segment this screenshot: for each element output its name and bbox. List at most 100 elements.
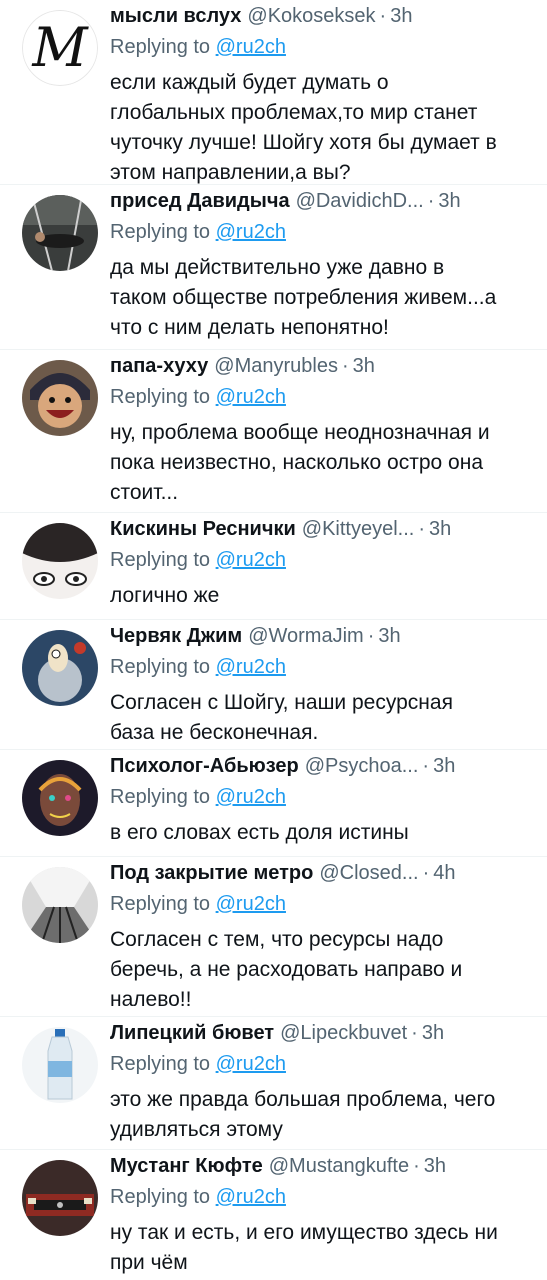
author-name[interactable]: мысли вслух	[110, 2, 241, 30]
replying-to-label: Replying to	[110, 221, 211, 243]
tweet-text: ну так и есть, и его имущество здесь ни …	[110, 1221, 498, 1274]
reply-tweet[interactable]: Кискины Реснички @Kittyeyel... · 3h Repl…	[0, 513, 547, 620]
replies-feed: M мысли вслух @Kokoseksek · 3h Replying …	[0, 0, 547, 1280]
timestamp[interactable]: 3h	[378, 622, 400, 650]
colorful-portrait-avatar-icon	[22, 760, 98, 836]
replying-to-label: Replying to	[110, 549, 211, 571]
timestamp[interactable]: 3h	[424, 1152, 446, 1180]
separator-dot: ·	[367, 625, 375, 647]
reply-tweet[interactable]: присед Давидыча @DavidichD... · 3h Reply…	[0, 185, 547, 350]
reply-tweet[interactable]: Под закрытие метро @Closed... · 4h Reply…	[0, 857, 547, 1017]
avatar[interactable]	[22, 867, 98, 943]
replying-to: Replying to @ru2ch	[110, 545, 533, 575]
replying-to: Replying to @ru2ch	[110, 217, 533, 247]
photo-person-floor-avatar-icon	[22, 195, 98, 271]
author-handle[interactable]: @Manyrubles	[214, 352, 338, 380]
separator-dot: ·	[427, 190, 435, 212]
replying-to: Replying to @ru2ch	[110, 32, 533, 62]
reply-tweet[interactable]: Червяк Джим @WormaJim · 3h Replying to @…	[0, 620, 547, 750]
replying-to: Replying to @ru2ch	[110, 652, 533, 682]
timestamp[interactable]: 3h	[433, 752, 455, 780]
tweet-text: если каждый будет думать о глобальных пр…	[110, 71, 497, 184]
replying-to-label: Replying to	[110, 656, 211, 678]
author-name[interactable]: Липецкий бювет	[110, 1019, 274, 1047]
tweet-text: логично же	[110, 584, 220, 607]
replying-to: Replying to @ru2ch	[110, 889, 533, 919]
cartoon-character-avatar-icon	[22, 360, 98, 436]
tweet-text: Согласен с Шойгу, наши ресурсная база не…	[110, 691, 453, 744]
avatar[interactable]	[22, 760, 98, 836]
separator-dot: ·	[411, 1022, 418, 1044]
timestamp[interactable]: 3h	[422, 1019, 444, 1047]
letter-m-avatar-icon: M	[22, 10, 98, 86]
author-name[interactable]: Под закрытие метро	[110, 859, 313, 887]
reply-target-link[interactable]: @ru2ch	[216, 386, 286, 408]
avatar[interactable]	[22, 523, 98, 599]
avatar[interactable]	[22, 360, 98, 436]
reply-target-link[interactable]: @ru2ch	[216, 893, 286, 915]
avatar[interactable]: M	[22, 10, 98, 86]
replying-to-label: Replying to	[110, 893, 211, 915]
timestamp[interactable]: 3h	[390, 2, 412, 30]
reply-target-link[interactable]: @ru2ch	[216, 36, 286, 58]
reply-target-link[interactable]: @ru2ch	[216, 656, 286, 678]
water-bottle-avatar-icon	[22, 1027, 98, 1103]
replying-to: Replying to @ru2ch	[110, 382, 533, 412]
author-name[interactable]: Психолог-Абьюзер	[110, 752, 299, 780]
replying-to: Replying to @ru2ch	[110, 782, 533, 812]
author-name[interactable]: Кискины Реснички	[110, 515, 296, 543]
reply-tweet[interactable]: Мустанг Кюфте @Mustangkufte · 3h Replyin…	[0, 1150, 547, 1280]
avatar[interactable]	[22, 1160, 98, 1236]
author-handle[interactable]: @Psychoa...	[305, 752, 419, 780]
reply-target-link[interactable]: @ru2ch	[216, 1186, 286, 1208]
author-name[interactable]: папа-хуху	[110, 352, 208, 380]
author-name[interactable]: Мустанг Кюфте	[110, 1152, 263, 1180]
replying-to: Replying to @ru2ch	[110, 1182, 533, 1212]
tweet-text: ну, проблема вообще неоднозначная и пока…	[110, 421, 490, 504]
reply-tweet[interactable]: Липецкий бювет @Lipeckbuvet · 3h Replyin…	[0, 1017, 547, 1150]
separator-dot: ·	[418, 518, 425, 540]
eyelashes-avatar-icon	[22, 523, 98, 599]
reply-target-link[interactable]: @ru2ch	[216, 221, 286, 243]
author-handle[interactable]: @Mustangkufte	[269, 1152, 409, 1180]
reply-tweet[interactable]: папа-хуху @Manyrubles · 3h Replying to @…	[0, 350, 547, 513]
reply-target-link[interactable]: @ru2ch	[216, 786, 286, 808]
separator-dot: ·	[422, 862, 430, 884]
author-handle[interactable]: @Kokoseksek	[247, 2, 375, 30]
tweet-text: в его словах есть доля истины	[110, 821, 409, 844]
tweet-text: да мы действительно уже давно в таком об…	[110, 256, 497, 339]
separator-dot: ·	[413, 1155, 420, 1177]
avatar-letter: M	[31, 16, 89, 79]
timestamp[interactable]: 3h	[438, 187, 460, 215]
replying-to-label: Replying to	[110, 1186, 211, 1208]
avatar[interactable]	[22, 195, 98, 271]
author-handle[interactable]: @Kittyeyel...	[302, 515, 415, 543]
author-handle[interactable]: @WormaJim	[248, 622, 364, 650]
separator-dot: ·	[422, 755, 430, 777]
avatar[interactable]	[22, 630, 98, 706]
replying-to-label: Replying to	[110, 1053, 211, 1075]
replying-to-label: Replying to	[110, 386, 211, 408]
earthworm-jim-avatar-icon	[22, 630, 98, 706]
author-handle[interactable]: @Lipeckbuvet	[280, 1019, 407, 1047]
reply-target-link[interactable]: @ru2ch	[216, 549, 286, 571]
reply-tweet[interactable]: M мысли вслух @Kokoseksek · 3h Replying …	[0, 0, 547, 185]
author-handle[interactable]: @DavidichD...	[296, 187, 424, 215]
timestamp[interactable]: 3h	[429, 515, 451, 543]
timestamp[interactable]: 3h	[353, 352, 375, 380]
mustang-car-avatar-icon	[22, 1160, 98, 1236]
reply-tweet[interactable]: Психолог-Абьюзер @Psychoa... · 3h Replyi…	[0, 750, 547, 857]
replying-to-label: Replying to	[110, 36, 211, 58]
avatar[interactable]	[22, 1027, 98, 1103]
reply-target-link[interactable]: @ru2ch	[216, 1053, 286, 1075]
separator-dot: ·	[341, 355, 349, 377]
metro-escalator-avatar-icon	[22, 867, 98, 943]
separator-dot: ·	[379, 5, 387, 27]
tweet-text: Согласен с тем, что ресурсы надо беречь,…	[110, 928, 463, 1011]
timestamp[interactable]: 4h	[433, 859, 455, 887]
replying-to-label: Replying to	[110, 786, 211, 808]
author-name[interactable]: Червяк Джим	[110, 622, 242, 650]
author-name[interactable]: присед Давидыча	[110, 187, 290, 215]
tweet-text: это же правда большая проблема, чего уди…	[110, 1088, 496, 1141]
author-handle[interactable]: @Closed...	[319, 859, 418, 887]
